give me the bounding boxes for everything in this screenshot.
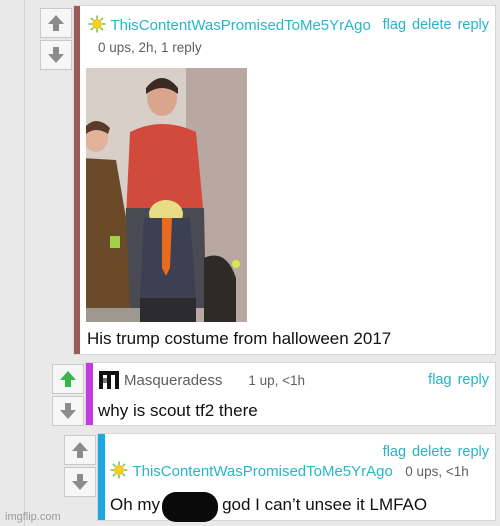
reply-link[interactable]: reply — [458, 17, 489, 33]
up-arrow-icon — [48, 15, 64, 31]
sun-icon — [110, 461, 128, 479]
comment-text: why is scout tf2 there — [98, 401, 258, 420]
comment-meta: 0 ups, <1h — [405, 464, 469, 479]
reply-link[interactable]: reply — [458, 444, 489, 460]
comment-actions: flag reply — [428, 372, 489, 388]
upvote-button[interactable] — [52, 364, 84, 394]
redaction-scribble — [162, 492, 219, 522]
vote-controls — [40, 8, 72, 70]
delete-link[interactable]: delete — [412, 444, 452, 460]
down-arrow-icon — [60, 403, 76, 419]
pixel-avatar-icon — [99, 371, 119, 389]
thread-line — [24, 0, 25, 526]
username-link[interactable]: Masqueradess — [124, 372, 222, 389]
comment-accent-bar — [74, 6, 80, 354]
sun-icon — [88, 15, 106, 33]
comment-card: flag delete reply ThisContentWasPromised… — [97, 433, 496, 522]
upvote-button[interactable] — [40, 8, 72, 38]
comment-text-end: god I can’t unsee it LMFAO — [222, 495, 428, 514]
down-arrow-icon — [72, 474, 88, 490]
up-arrow-icon — [72, 442, 88, 458]
comment-card: ThisContentWasPromisedToMe5YrAgo flag de… — [73, 5, 496, 355]
comment-actions: flag delete reply — [383, 444, 489, 460]
comment-accent-bar — [98, 434, 105, 520]
comment-text-start: Oh my — [110, 495, 161, 514]
vote-controls — [52, 364, 84, 426]
comment-meta: 1 up, <1h — [248, 372, 306, 388]
comment-text: Oh my god I can’t unsee it LMFAO — [110, 492, 428, 522]
comment-image[interactable] — [86, 68, 247, 322]
upvote-button[interactable] — [64, 435, 96, 465]
downvote-button[interactable] — [40, 40, 72, 70]
downvote-button[interactable] — [64, 467, 96, 497]
comment-meta: 0 ups, 2h, 1 reply — [98, 40, 202, 55]
flag-link[interactable]: flag — [383, 444, 406, 460]
flag-link[interactable]: flag — [383, 17, 406, 33]
vote-controls — [64, 435, 96, 497]
delete-link[interactable]: delete — [412, 17, 452, 33]
downvote-button[interactable] — [52, 396, 84, 426]
username-link[interactable]: ThisContentWasPromisedToMe5YrAgo — [110, 17, 370, 34]
comment-text: His trump costume from halloween 2017 — [87, 329, 392, 348]
watermark: imgflip.com — [5, 511, 61, 523]
flag-link[interactable]: flag — [428, 372, 451, 388]
up-arrow-icon — [60, 371, 76, 387]
reply-link[interactable]: reply — [458, 372, 489, 388]
down-arrow-icon — [48, 47, 64, 63]
comment-card: Masqueradess 1 up, <1h flag reply why is… — [85, 362, 496, 426]
username-link[interactable]: ThisContentWasPromisedToMe5YrAgo — [132, 463, 392, 480]
comment-actions: flag delete reply — [383, 17, 489, 33]
comment-accent-bar — [86, 363, 93, 425]
